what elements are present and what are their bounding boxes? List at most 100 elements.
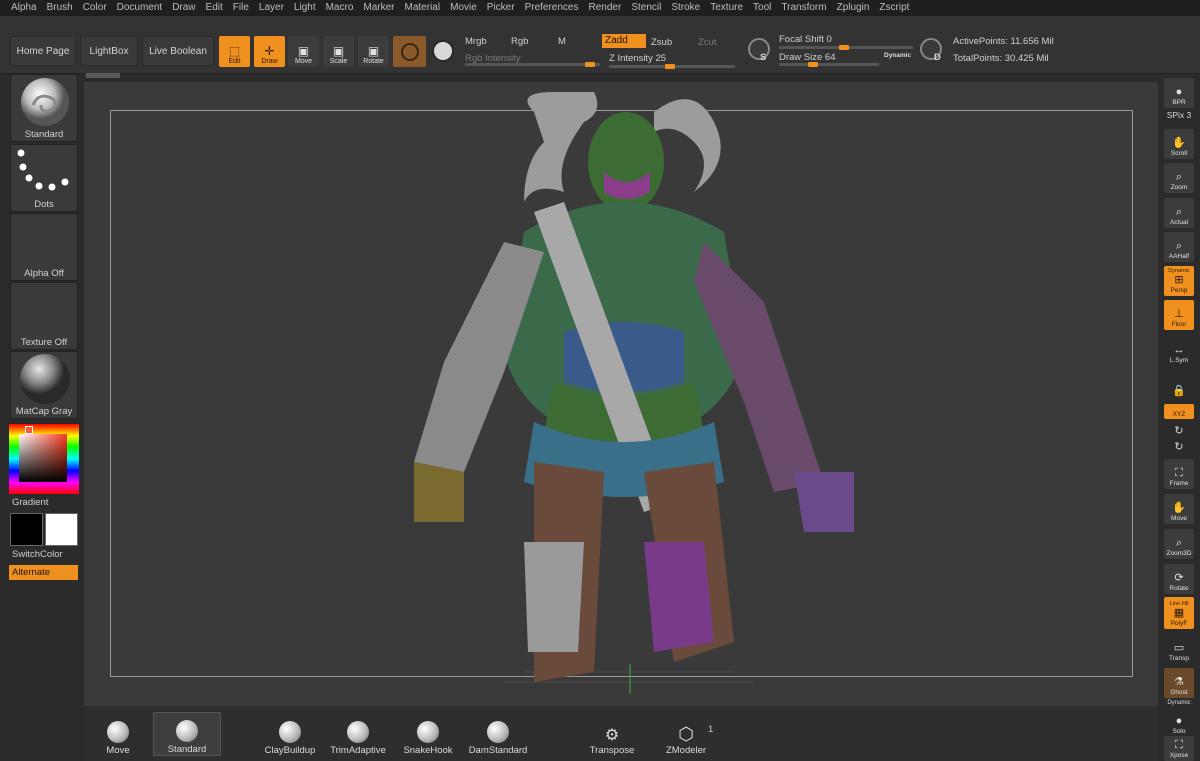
menu-alpha[interactable]: Alpha (6, 0, 42, 16)
z-intensity-label: Z Intensity 25 (609, 53, 667, 64)
menu-material[interactable]: Material (400, 0, 446, 16)
scale-icon: ▣ (332, 44, 345, 58)
menu-macro[interactable]: Macro (321, 0, 359, 16)
menu-zplugin[interactable]: Zplugin (832, 0, 875, 16)
menu-color[interactable]: Color (78, 0, 112, 16)
dynamic-label[interactable]: Dynamic (884, 52, 911, 59)
edit-button[interactable]: ⬚ Edit (219, 36, 250, 67)
home-page-button[interactable]: Home Page (10, 36, 76, 66)
menu-movie[interactable]: Movie (445, 0, 482, 16)
brush-trimadaptive[interactable]: TrimAdaptive (330, 712, 386, 756)
polyframe-icon: ▦ (1173, 607, 1185, 619)
tray-handle[interactable] (86, 73, 120, 78)
ghost-button[interactable]: ⚗ Ghost (1164, 668, 1194, 698)
rotate-view-button[interactable]: ⟳ Rotate (1164, 564, 1194, 594)
rotate-button[interactable]: ▣ Rotate (358, 36, 389, 67)
xpose-button[interactable]: ⛶ Xpose (1164, 736, 1194, 761)
lock-icon: 🔒 (1172, 385, 1186, 397)
menu-stencil[interactable]: Stencil (626, 0, 666, 16)
zsub-toggle[interactable]: Zsub (651, 37, 672, 48)
menu-edit[interactable]: Edit (201, 0, 228, 16)
scale-button[interactable]: ▣ Scale (323, 36, 354, 67)
menu-preferences[interactable]: Preferences (520, 0, 584, 16)
xyz-button[interactable]: XYZ (1164, 404, 1194, 419)
transp-button[interactable]: ▭ Transp (1164, 634, 1194, 664)
main-color-swatch[interactable] (45, 513, 78, 546)
rotate-y-icon[interactable]: ↻ (1164, 424, 1194, 437)
lsym-button[interactable]: ↔ L.Sym (1164, 336, 1194, 366)
brush-standard[interactable]: Standard (153, 712, 221, 756)
menu-zscript[interactable]: Zscript (874, 0, 914, 16)
menu-document[interactable]: Document (112, 0, 168, 16)
menu-layer[interactable]: Layer (254, 0, 289, 16)
move-view-button[interactable]: ✋ Move (1164, 494, 1194, 524)
brush-selector[interactable]: Standard (10, 74, 78, 142)
zoom-button[interactable]: ⌕ Zoom (1164, 163, 1194, 193)
scroll-button[interactable]: ✋ Scroll (1164, 129, 1194, 159)
d-key-label: D (934, 52, 941, 63)
lazy-mouse-icon[interactable] (748, 38, 770, 60)
zmodeler-button[interactable]: ⬡ ZModeler (658, 712, 714, 756)
polyf-button[interactable]: Line Fill ▦ PolyF (1164, 597, 1194, 629)
bottom-shelf: Move Standard ClayBuildup TrimAdaptive S… (84, 706, 1158, 761)
floor-button[interactable]: ⊥ Floor (1164, 300, 1194, 330)
z-intensity-slider[interactable] (609, 64, 735, 69)
solo-dynamic-label: Dynamic (1167, 700, 1191, 706)
color-sphere-icon[interactable] (432, 40, 454, 62)
move-button[interactable]: ▣ Move (288, 36, 319, 67)
rotate-z-icon[interactable]: ↻ (1164, 440, 1194, 453)
mrgb-toggle[interactable]: Mrgb (465, 36, 487, 47)
menu-light[interactable]: Light (289, 0, 321, 16)
solo-button[interactable]: ● Solo (1164, 707, 1194, 737)
menu-brush[interactable]: Brush (42, 0, 78, 16)
menu-file[interactable]: File (228, 0, 254, 16)
creature-model[interactable] (84, 82, 1158, 706)
brush-snakehook[interactable]: SnakeHook (402, 712, 454, 756)
transpose-button[interactable]: ⚙ Transpose (586, 712, 638, 756)
zoom3d-button[interactable]: ⌕ Zoom3D (1164, 529, 1194, 559)
aahalf-icon: ⌕ (1175, 240, 1183, 252)
color-saturation-square[interactable] (19, 434, 67, 482)
aahalf-button[interactable]: ⌕ AAHalf (1164, 232, 1194, 262)
stroke-selector[interactable]: Dots (10, 144, 78, 212)
bpr-button[interactable]: ● BPR (1164, 78, 1194, 108)
zadd-toggle[interactable]: Zadd (602, 34, 646, 48)
menu-marker[interactable]: Marker (358, 0, 399, 16)
actual-button[interactable]: ⌕ Actual (1164, 198, 1194, 228)
color-picker[interactable] (9, 424, 79, 494)
focal-shift-slider[interactable] (779, 45, 913, 50)
lock-button[interactable]: 🔒 (1164, 370, 1194, 400)
zcut-toggle[interactable]: Zcut (698, 37, 716, 48)
switch-color-button[interactable]: SwitchColor (12, 549, 63, 560)
color-marker[interactable] (25, 426, 33, 434)
spix-slider[interactable]: SPix 3 (1164, 110, 1194, 120)
document-canvas[interactable] (84, 82, 1158, 706)
matcap-sphere-icon (20, 354, 70, 404)
draw-button[interactable]: ✛ Draw (254, 36, 285, 67)
frame-button[interactable]: ⛶ Frame (1164, 459, 1194, 489)
m-toggle[interactable]: M (558, 36, 566, 47)
live-boolean-button[interactable]: Live Boolean (142, 36, 214, 66)
brush-claybuildup[interactable]: ClayBuildup (262, 712, 318, 756)
menu-render[interactable]: Render (584, 0, 627, 16)
alternate-toggle[interactable]: Alternate (9, 565, 78, 580)
material-swatch[interactable] (393, 36, 426, 67)
menu-picker[interactable]: Picker (482, 0, 520, 16)
rgb-intensity-slider[interactable] (465, 62, 600, 67)
rgb-toggle[interactable]: Rgb (511, 36, 528, 47)
menu-tool[interactable]: Tool (748, 0, 776, 16)
menu-stroke[interactable]: Stroke (666, 0, 705, 16)
lightbox-button[interactable]: LightBox (80, 36, 138, 66)
texture-selector[interactable]: Texture Off (10, 282, 78, 350)
brush-move[interactable]: Move (98, 712, 138, 756)
draw-size-slider[interactable] (779, 62, 879, 67)
menu-texture[interactable]: Texture (705, 0, 748, 16)
secondary-color-swatch[interactable] (10, 513, 43, 546)
alpha-selector[interactable]: Alpha Off (10, 213, 78, 281)
menu-transform[interactable]: Transform (776, 0, 831, 16)
persp-button[interactable]: Dynamic ⊞ Persp (1164, 266, 1194, 296)
gradient-toggle[interactable]: Gradient (12, 497, 48, 508)
material-selector[interactable]: MatCap Gray (10, 351, 78, 419)
brush-damstandard[interactable]: DamStandard (468, 712, 528, 756)
menu-draw[interactable]: Draw (167, 0, 200, 16)
